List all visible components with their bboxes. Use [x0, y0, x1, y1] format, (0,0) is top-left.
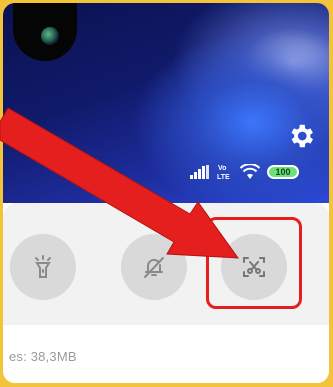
volte-icon: Vo LTE — [217, 165, 230, 181]
silent-mode-toggle[interactable] — [121, 234, 187, 300]
battery-level: 100 — [275, 167, 291, 177]
flashlight-toggle[interactable] — [10, 234, 76, 300]
signal-icon — [190, 165, 209, 179]
phone-screen: Vo LTE 100 es: 38,3MB — [3, 3, 329, 383]
storage-footer: es: 38,3MB — [3, 325, 329, 383]
svg-text:Vo: Vo — [218, 165, 226, 172]
gear-icon[interactable] — [286, 121, 316, 151]
bell-off-icon — [144, 257, 164, 278]
wifi-icon — [240, 164, 260, 179]
status-bar: Vo LTE 100 — [190, 161, 299, 183]
battery-indicator: 100 — [267, 165, 299, 179]
svg-text:LTE: LTE — [217, 174, 230, 181]
camera-icon — [41, 27, 59, 45]
storage-text: es: 38,3MB — [9, 349, 77, 364]
highlight-box — [206, 217, 302, 309]
flashlight-icon — [35, 255, 51, 278]
